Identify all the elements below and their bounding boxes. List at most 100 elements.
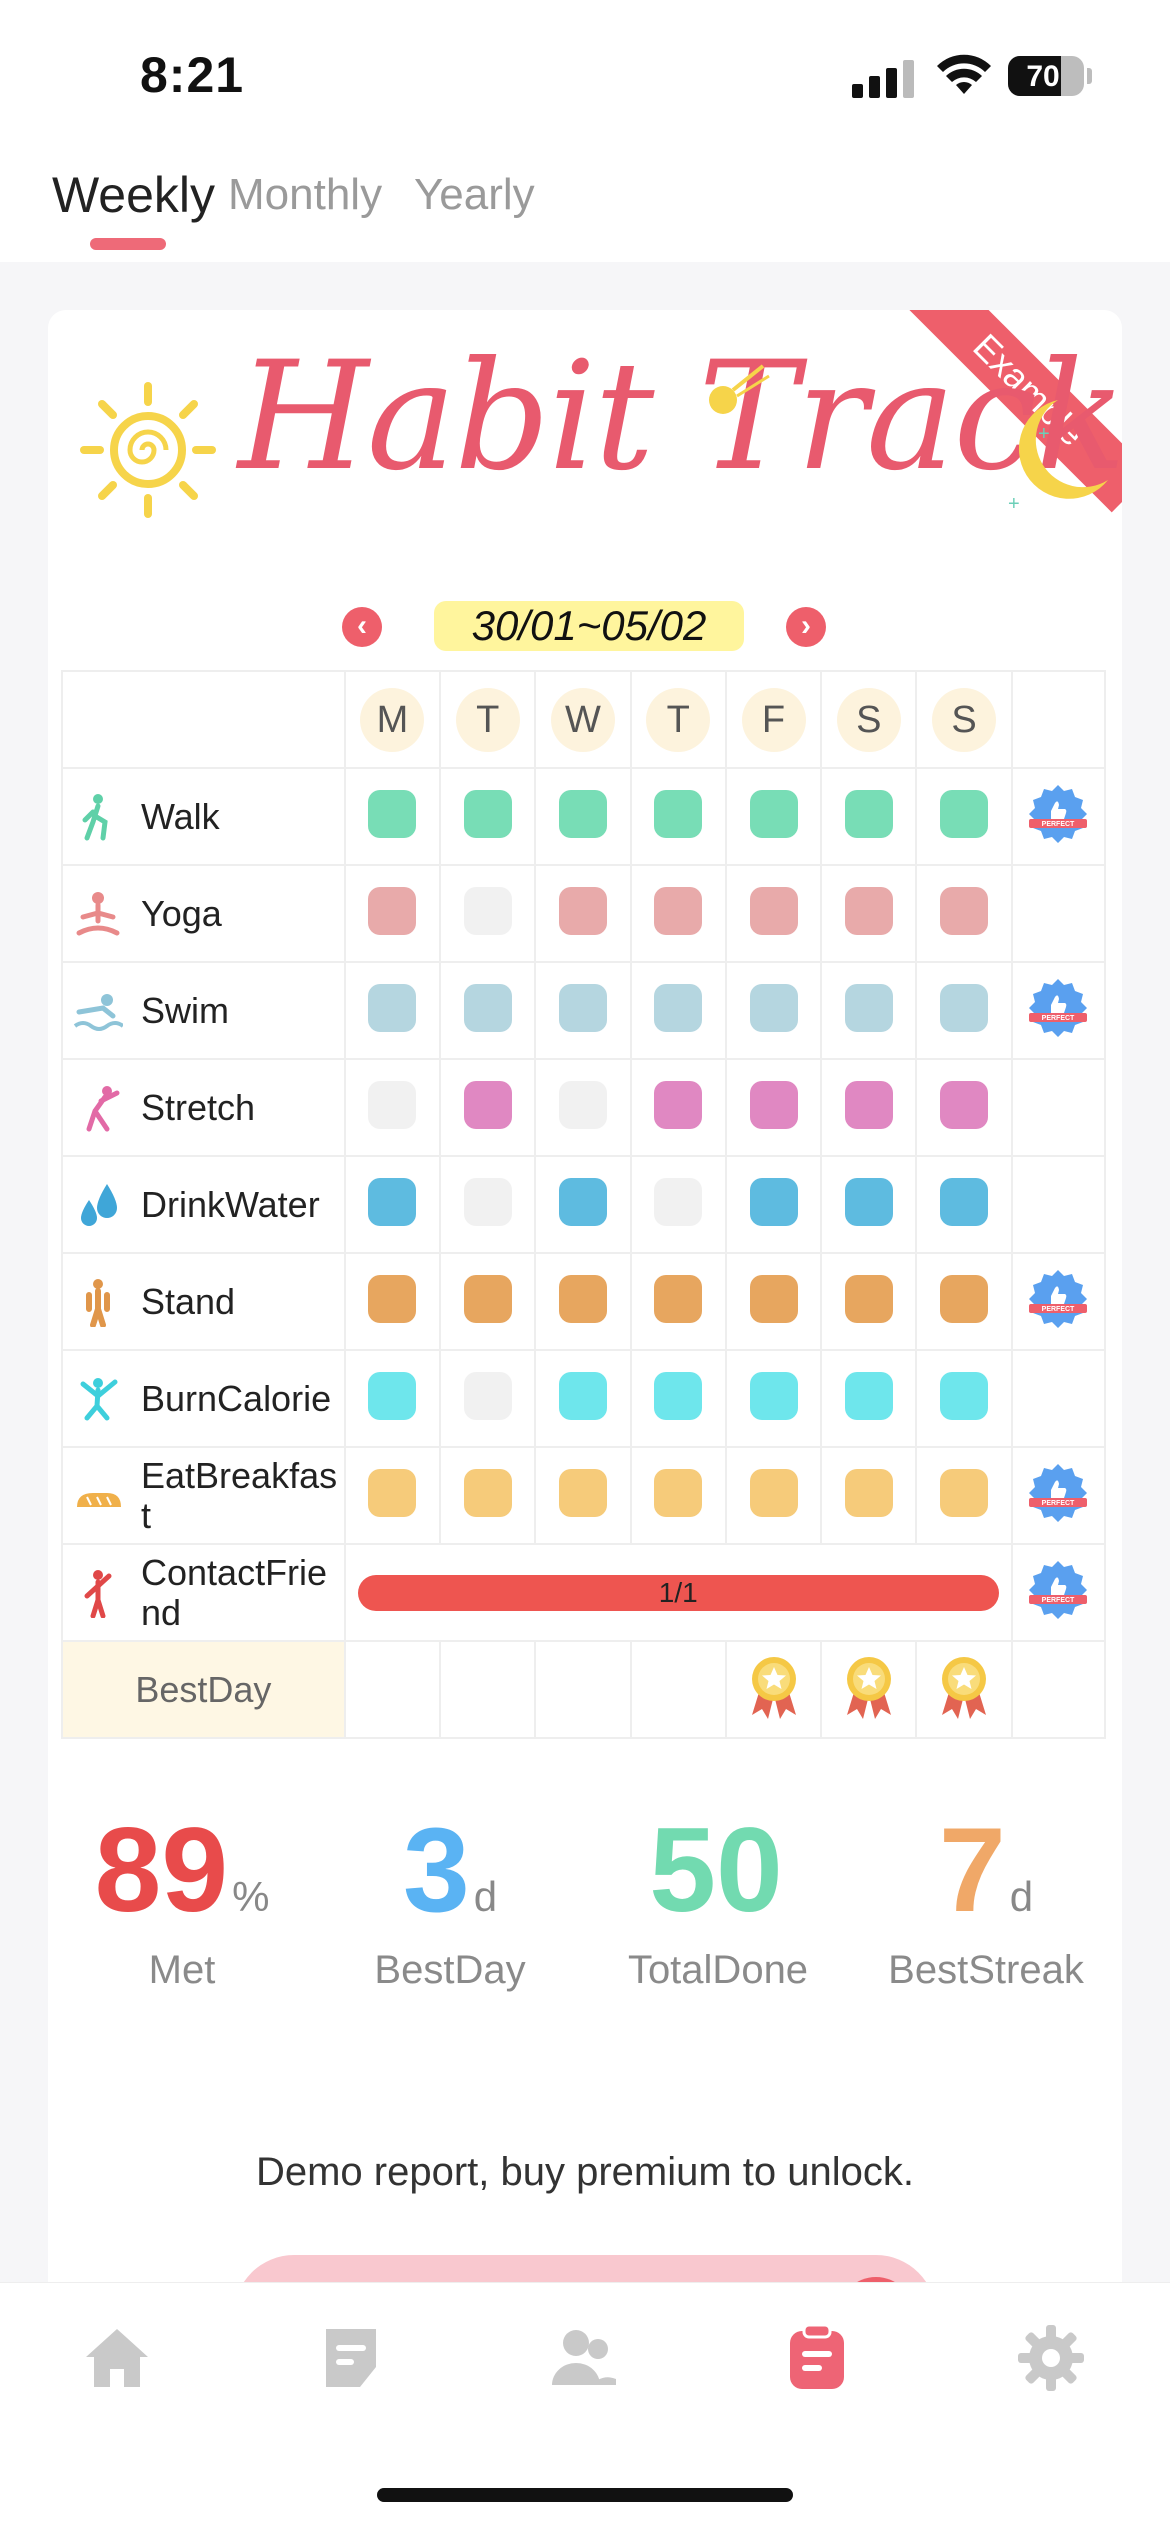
habit-label[interactable]: ContactFriend	[63, 1545, 344, 1640]
home-icon[interactable]	[82, 2323, 152, 2393]
day-done-cell[interactable]	[654, 887, 703, 935]
swim-icon	[73, 993, 123, 1031]
day-done-cell[interactable]	[654, 1372, 703, 1420]
medal-icon	[846, 1657, 891, 1719]
day-done-cell[interactable]	[654, 1275, 703, 1323]
day-done-cell[interactable]	[463, 1081, 512, 1129]
day-done-cell[interactable]	[463, 1469, 512, 1517]
day-done-cell[interactable]	[463, 1275, 512, 1323]
day-done-cell[interactable]	[558, 1275, 607, 1323]
tab-yearly[interactable]: Yearly	[414, 170, 535, 220]
stat-met: 89% Met	[48, 1810, 316, 1993]
day-done-cell[interactable]	[844, 887, 893, 935]
status-time: 8:21	[140, 47, 245, 103]
habit-label[interactable]: Swim	[63, 963, 344, 1058]
habit-label[interactable]: Stand	[63, 1254, 344, 1349]
notes-icon[interactable]	[316, 2323, 386, 2393]
day-done-cell[interactable]	[368, 1372, 417, 1420]
day-done-cell[interactable]	[749, 1275, 798, 1323]
stat-beststreak: 7d BestStreak	[852, 1810, 1120, 1993]
day-done-cell[interactable]	[558, 790, 607, 838]
day-header: W	[550, 687, 615, 752]
day-done-cell[interactable]	[940, 1372, 989, 1420]
day-done-cell[interactable]	[749, 1081, 798, 1129]
day-done-cell[interactable]	[749, 1469, 798, 1517]
stretch-icon	[86, 1085, 120, 1131]
day-done-cell[interactable]	[940, 1081, 989, 1129]
day-empty-cell[interactable]	[558, 1081, 607, 1129]
day-done-cell[interactable]	[368, 1178, 417, 1226]
day-empty-cell[interactable]	[463, 1178, 512, 1226]
day-done-cell[interactable]	[940, 984, 989, 1032]
habit-name: ContactFriend	[141, 1551, 328, 1633]
day-done-cell[interactable]	[368, 1469, 417, 1517]
day-done-cell[interactable]	[844, 790, 893, 838]
day-done-cell[interactable]	[558, 1372, 607, 1420]
habit-row: ContactFriend 1/1 PERFECT	[61, 1543, 1107, 1642]
habit-label[interactable]: Walk	[63, 769, 344, 864]
habit-name: EatBreakfast	[141, 1454, 338, 1536]
friends-icon[interactable]	[548, 2323, 618, 2393]
day-done-cell[interactable]	[749, 984, 798, 1032]
habit-label[interactable]: EatBreakfast	[63, 1448, 344, 1543]
day-done-cell[interactable]	[463, 790, 512, 838]
day-done-cell[interactable]	[844, 1469, 893, 1517]
date-navigator: ‹ 30/01~05/02 ›	[48, 595, 1122, 655]
habit-name: BurnCalorie	[141, 1377, 332, 1419]
habit-label[interactable]: BurnCalorie	[63, 1351, 344, 1446]
day-done-cell[interactable]	[844, 1275, 893, 1323]
day-done-cell[interactable]	[654, 984, 703, 1032]
habit-grid: M T W T F S S Walk PERFECT Yoga Swim PERFECT Stretch…	[61, 670, 1107, 1739]
stat-label: BestDay	[374, 1948, 526, 1992]
tab-weekly[interactable]: Weekly	[52, 166, 215, 224]
day-done-cell[interactable]	[749, 790, 798, 838]
day-done-cell[interactable]	[749, 1178, 798, 1226]
day-done-cell[interactable]	[940, 790, 989, 838]
day-done-cell[interactable]	[940, 887, 989, 935]
habit-row: Swim PERFECT	[61, 961, 1107, 1060]
day-done-cell[interactable]	[558, 984, 607, 1032]
day-done-cell[interactable]	[940, 1469, 989, 1517]
day-header: T	[455, 687, 520, 752]
day-done-cell[interactable]	[940, 1275, 989, 1323]
day-done-cell[interactable]	[558, 1469, 607, 1517]
day-done-cell[interactable]	[844, 984, 893, 1032]
day-done-cell[interactable]	[558, 1178, 607, 1226]
day-done-cell[interactable]	[368, 1275, 417, 1323]
habit-label[interactable]: DrinkWater	[63, 1157, 344, 1252]
day-done-cell[interactable]	[654, 1081, 703, 1129]
day-done-cell[interactable]	[749, 1372, 798, 1420]
svg-text:PERFECT: PERFECT	[1042, 1597, 1075, 1604]
day-done-cell[interactable]	[558, 887, 607, 935]
day-done-cell[interactable]	[749, 887, 798, 935]
day-done-cell[interactable]	[844, 1081, 893, 1129]
day-done-cell[interactable]	[368, 790, 417, 838]
day-done-cell[interactable]	[654, 1469, 703, 1517]
next-week-button[interactable]: ›	[786, 607, 826, 647]
settings-icon[interactable]	[1016, 2323, 1086, 2393]
report-icon[interactable]	[782, 2323, 852, 2393]
day-empty-cell[interactable]	[463, 887, 512, 935]
report-card: Example Habit Tracker + + ‹ 30/01~05/02	[48, 310, 1122, 2320]
habit-label[interactable]: Stretch	[63, 1060, 344, 1155]
day-done-cell[interactable]	[844, 1372, 893, 1420]
habit-name: DrinkWater	[141, 1183, 320, 1225]
day-done-cell[interactable]	[844, 1178, 893, 1226]
day-done-cell[interactable]	[368, 984, 417, 1032]
stat-label: TotalDone	[627, 1948, 809, 1992]
tab-monthly[interactable]: Monthly	[228, 170, 382, 220]
day-empty-cell[interactable]	[654, 1178, 703, 1226]
day-done-cell[interactable]	[940, 1178, 989, 1226]
day-empty-cell[interactable]	[368, 1081, 417, 1129]
day-done-cell[interactable]	[368, 887, 417, 935]
contact-friend-icon	[84, 1569, 112, 1618]
day-done-cell[interactable]	[463, 984, 512, 1032]
habit-name: Swim	[141, 989, 229, 1031]
cellular-signal-icon	[852, 58, 916, 98]
stat-label: Met	[148, 1948, 216, 1992]
sun-icon	[80, 382, 216, 518]
day-empty-cell[interactable]	[463, 1372, 512, 1420]
prev-week-button[interactable]: ‹	[342, 607, 382, 647]
habit-label[interactable]: Yoga	[63, 866, 344, 961]
day-done-cell[interactable]	[654, 790, 703, 838]
